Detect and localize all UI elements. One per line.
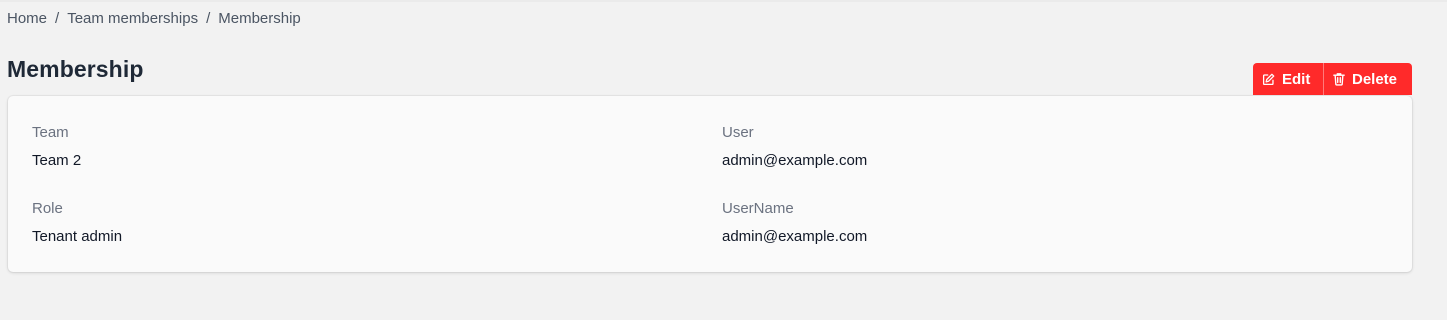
team-value: Team 2 bbox=[32, 152, 82, 169]
team-label: Team bbox=[32, 124, 69, 141]
membership-details-card: Team Team 2 User admin@example.com Role … bbox=[8, 96, 1412, 272]
top-strip bbox=[0, 0, 1447, 2]
breadcrumb-team-memberships-link[interactable]: Team memberships bbox=[67, 10, 198, 27]
role-value: Tenant admin bbox=[32, 228, 123, 245]
role-field: Role Tenant admin bbox=[32, 200, 632, 246]
role-label: Role bbox=[32, 200, 63, 217]
breadcrumb-separator: / bbox=[55, 10, 60, 27]
user-value: admin@example.com bbox=[722, 152, 868, 169]
edit-button-label: Edit bbox=[1282, 70, 1311, 88]
user-label: User bbox=[722, 124, 754, 141]
delete-button[interactable]: Delete bbox=[1323, 63, 1412, 95]
breadcrumb-home-link[interactable]: Home bbox=[7, 10, 47, 27]
username-value: admin@example.com bbox=[722, 228, 868, 245]
delete-button-label: Delete bbox=[1352, 70, 1398, 88]
trash-icon bbox=[1333, 72, 1345, 86]
team-field: Team Team 2 bbox=[32, 124, 632, 170]
edit-icon bbox=[1262, 73, 1275, 86]
page-title: Membership bbox=[7, 56, 144, 82]
breadcrumb-separator: / bbox=[206, 10, 211, 27]
breadcrumb: Home / Team memberships / Membership bbox=[7, 10, 301, 27]
action-buttons: Edit Delete bbox=[1253, 63, 1412, 95]
breadcrumb-current-page: Membership bbox=[218, 10, 301, 27]
user-field: User admin@example.com bbox=[722, 124, 1322, 170]
edit-button[interactable]: Edit bbox=[1253, 63, 1323, 95]
username-label: UserName bbox=[722, 200, 794, 217]
username-field: UserName admin@example.com bbox=[722, 200, 1322, 246]
